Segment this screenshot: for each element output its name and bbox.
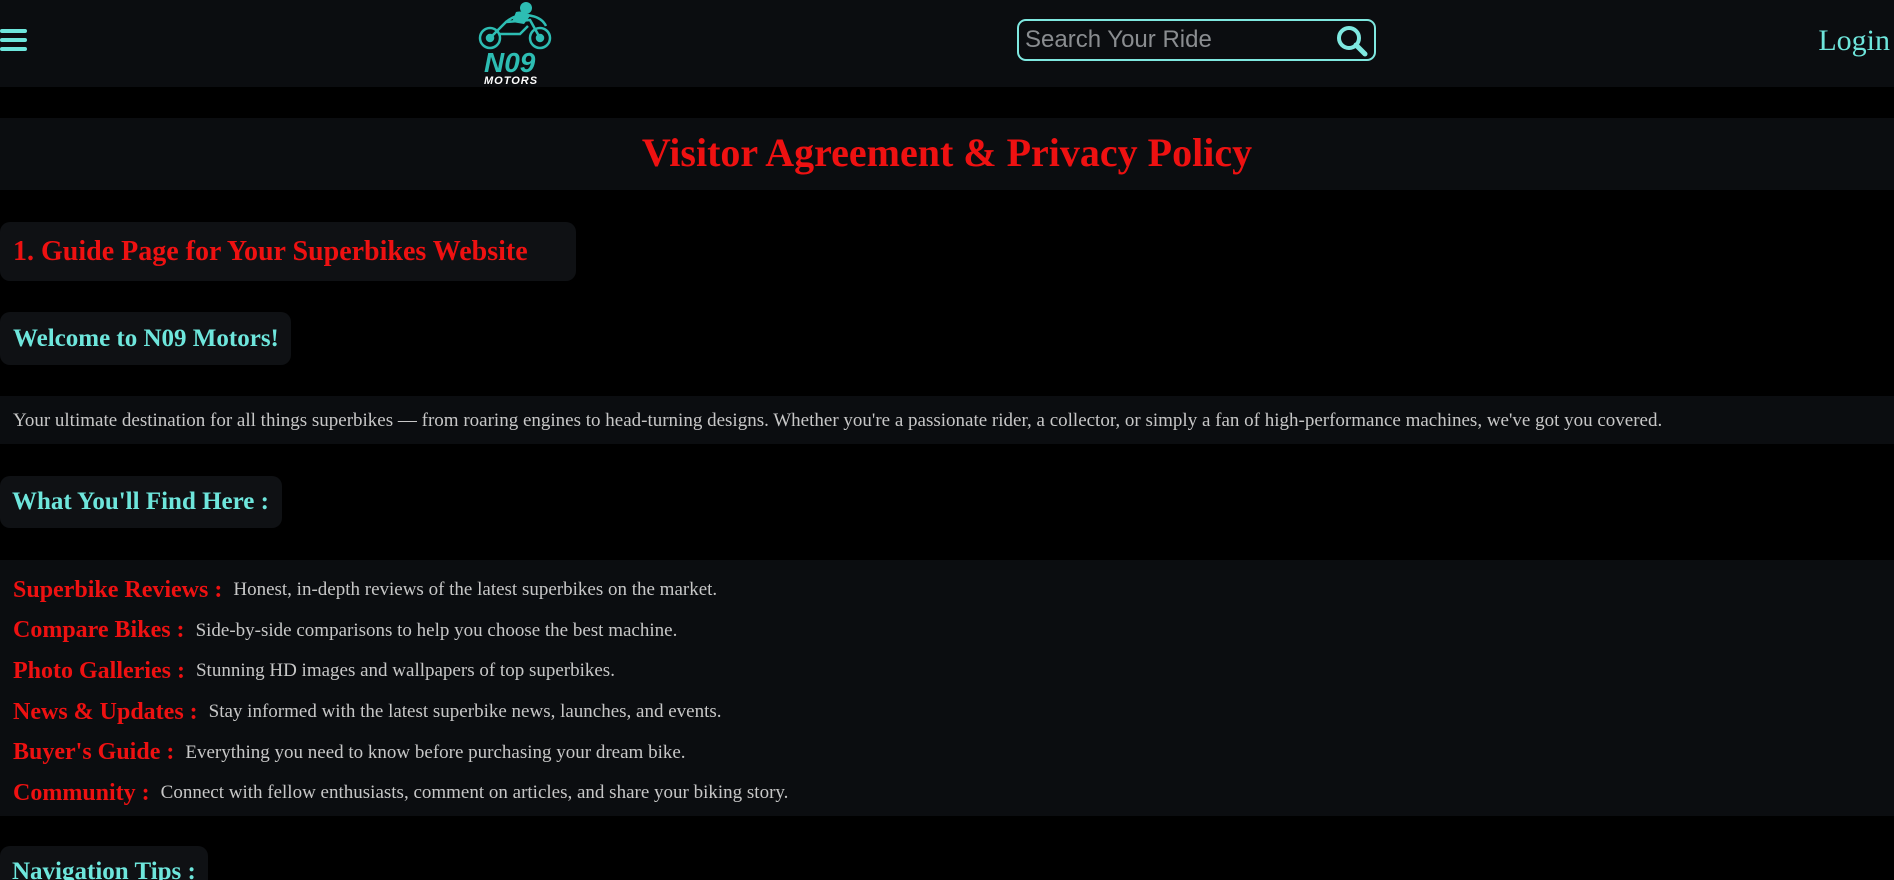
features-heading: What You'll Find Here : — [0, 476, 282, 528]
feature-description: Side-by-side comparisons to help you cho… — [195, 619, 678, 641]
search-bar — [1017, 19, 1376, 61]
feature-label: Community : — [13, 779, 150, 806]
logo-text: N09 — [484, 47, 536, 78]
feature-label: News & Updates : — [13, 698, 198, 725]
feature-description: Everything you need to know before purch… — [185, 741, 686, 763]
list-item: Compare Bikes : Side-by-side comparisons… — [13, 611, 788, 652]
feature-description: Connect with fellow enthusiasts, comment… — [160, 782, 789, 804]
n09-motors-logo[interactable]: N09 MOTORS — [472, 0, 564, 86]
top-navigation-bar: N09 MOTORS Login — [0, 0, 1894, 87]
list-item: Photo Galleries : Stunning HD images and… — [13, 651, 788, 692]
login-link[interactable]: Login — [1818, 24, 1890, 58]
feature-label: Buyer's Guide : — [13, 739, 175, 766]
search-input[interactable] — [1025, 24, 1325, 56]
feature-label: Photo Galleries : — [13, 657, 185, 684]
list-item: News & Updates : Stay informed with the … — [13, 692, 788, 733]
logo-subtext: MOTORS — [484, 75, 538, 86]
list-item: Superbike Reviews : Honest, in-depth rev… — [13, 570, 788, 611]
feature-description: Stay informed with the latest superbike … — [208, 701, 722, 723]
hamburger-menu-icon[interactable] — [0, 26, 27, 54]
feature-label: Superbike Reviews : — [13, 576, 223, 603]
search-icon[interactable] — [1336, 25, 1368, 57]
feature-description: Stunning HD images and wallpapers of top… — [195, 660, 615, 682]
feature-label: Compare Bikes : — [13, 617, 185, 644]
list-item: Buyer's Guide : Everything you need to k… — [13, 732, 788, 773]
list-item: Community : Connect with fellow enthusia… — [13, 773, 788, 814]
guide-section-heading: 1. Guide Page for Your Superbikes Websit… — [0, 222, 576, 281]
welcome-heading: Welcome to N09 Motors! — [0, 312, 291, 365]
navigation-tips-heading: Navigation Tips : — [0, 846, 208, 880]
feature-description: Honest, in-depth reviews of the latest s… — [233, 579, 718, 601]
page-title: Visitor Agreement & Privacy Policy — [641, 130, 1253, 175]
features-list: Superbike Reviews : Honest, in-depth rev… — [13, 570, 788, 814]
intro-paragraph: Your ultimate destination for all things… — [13, 410, 1663, 431]
